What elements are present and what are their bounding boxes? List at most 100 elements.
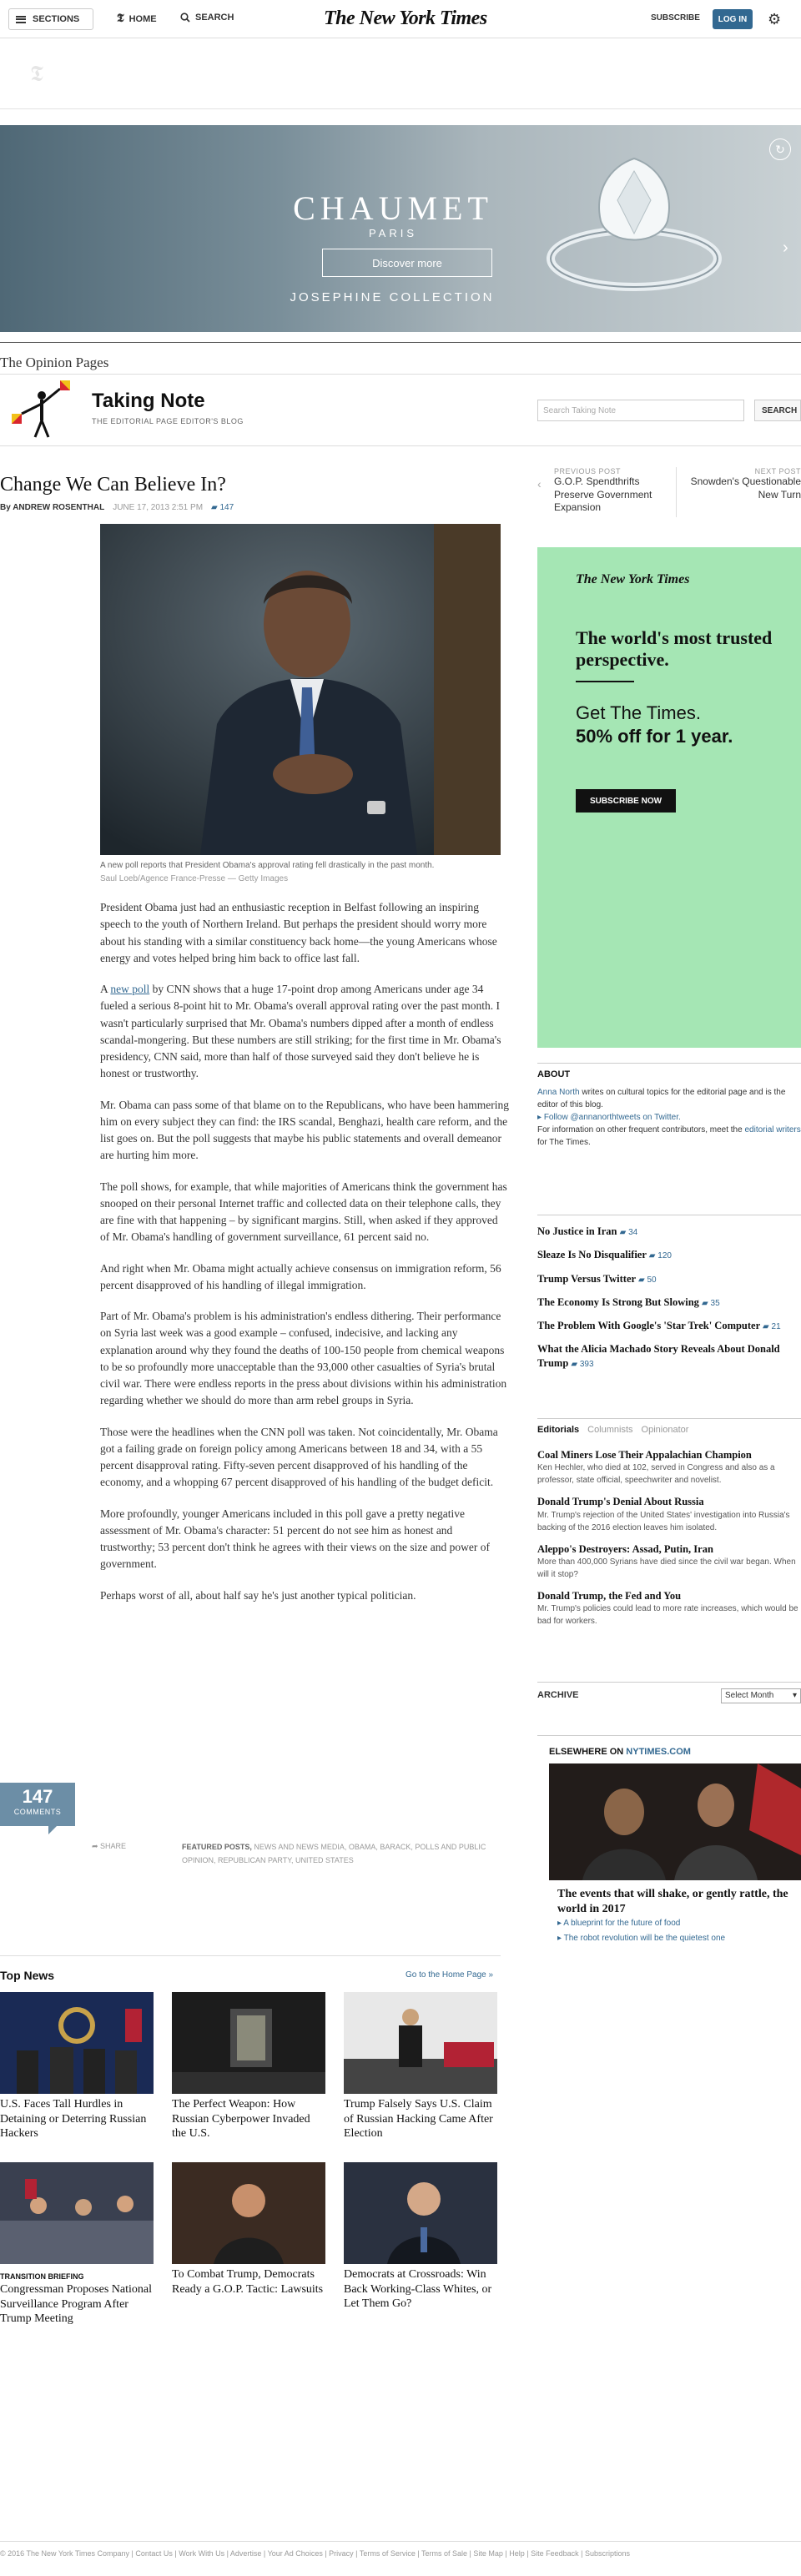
arrow-right-icon[interactable]: ›: [783, 239, 788, 258]
twitter-follow-link[interactable]: ▸ Follow @annanorthtweets on Twitter.: [537, 1111, 801, 1124]
list-item-title: Trump Versus Twitter: [537, 1272, 636, 1285]
editorial-title[interactable]: Donald Trump, the Fed and You: [537, 1589, 801, 1602]
new-poll-link[interactable]: new poll: [110, 983, 149, 995]
subscribe-link[interactable]: SUBSCRIBE: [651, 13, 700, 23]
discover-button[interactable]: Discover more: [322, 249, 492, 277]
elsewhere-site[interactable]: NYTIMES.COM: [626, 1747, 691, 1757]
next-label: NEXT POST: [754, 467, 801, 475]
editorial-title[interactable]: Aleppo's Destroyers: Assad, Putin, Iran: [537, 1542, 801, 1556]
count-value: 50: [647, 1275, 657, 1285]
nyt-logo[interactable]: The New York Times: [324, 8, 487, 30]
replay-icon[interactable]: ↻: [769, 138, 791, 160]
editorial-writers-link[interactable]: editorial writers: [744, 1125, 800, 1135]
biden-portrait-image: [344, 2162, 497, 2264]
next-title: Snowden's Questionable New Turn: [690, 475, 801, 501]
list-item[interactable]: The Economy Is Strong But Slowing ▰ 35: [537, 1296, 801, 1309]
author-name[interactable]: By ANDREW ROSENTHAL: [0, 503, 104, 512]
news-thumbnail: [0, 1992, 154, 2094]
comments-bubble-count: 147: [22, 1786, 53, 1807]
editorial-title[interactable]: Donald Trump's Denial About Russia: [537, 1495, 801, 1508]
blog-search-input[interactable]: Search Taking Note: [537, 400, 744, 421]
blog-title[interactable]: Taking Note: [92, 390, 205, 413]
elsewhere-link[interactable]: ▸ A blueprint for the future of food: [557, 1919, 680, 1928]
list-item-title: The Economy Is Strong But Slowing: [537, 1296, 699, 1308]
news-thumbnail: [0, 2162, 154, 2264]
search-link[interactable]: SEARCH: [180, 13, 234, 23]
ad-collection: JOSEPHINE COLLECTION: [290, 290, 495, 304]
top-news-item[interactable]: The Perfect Weapon: How Russian Cyberpow…: [172, 1992, 325, 2141]
caption-text: A new poll reports that President Obama'…: [100, 861, 435, 870]
count-value: 35: [710, 1298, 720, 1308]
sections-label: SECTIONS: [33, 14, 80, 24]
blog-search-button[interactable]: SEARCH: [754, 400, 801, 421]
elsewhere-image[interactable]: [549, 1763, 801, 1880]
top-news-item[interactable]: TRANSITION BRIEFING Congressman Proposes…: [0, 2162, 154, 2327]
sections-button[interactable]: SECTIONS: [8, 8, 93, 30]
list-item[interactable]: Trump Versus Twitter ▰ 50: [537, 1272, 801, 1285]
top-news-item[interactable]: Democrats at Crossroads: Win Back Workin…: [344, 2162, 497, 2312]
comments-bubble[interactable]: 147 COMMENTS: [0, 1783, 75, 1834]
elsewhere-link[interactable]: ▸ The robot revolution will be the quiet…: [557, 1934, 725, 1943]
editorial-desc: Mr. Trump's rejection of the United Stat…: [537, 1510, 790, 1532]
about-heading: ABOUT: [537, 1069, 571, 1079]
footer-links[interactable]: © 2016 The New York Times Company | Cont…: [0, 2549, 801, 2558]
comment-count-link[interactable]: ▰ 147: [211, 503, 234, 512]
list-item[interactable]: Sleaze Is No Disqualifier ▰ 120: [537, 1248, 801, 1261]
page: SECTIONS 𝕿 HOME SEARCH The New York Time…: [0, 0, 801, 2576]
people-photo-image: [549, 1763, 801, 1880]
tab-editorials[interactable]: Editorials: [537, 1425, 579, 1435]
subscribe-now-button[interactable]: SUBSCRIBE NOW: [576, 789, 676, 813]
chevron-left-icon: ‹: [537, 477, 542, 491]
comment-count: ▰ 35: [702, 1298, 720, 1308]
gear-icon[interactable]: ⚙: [768, 11, 781, 28]
paragraph-text: A: [100, 983, 111, 995]
paragraph: President Obama just had an enthusiastic…: [100, 901, 497, 964]
share-button[interactable]: ➦ SHARE: [92, 1842, 126, 1851]
list-item[interactable]: No Justice in Iran ▰ 34: [537, 1225, 801, 1238]
comment-count: ▰ 393: [571, 1359, 594, 1369]
top-news-item[interactable]: U.S. Faces Tall Hurdles in Detaining or …: [0, 1992, 154, 2141]
obama-photo-image: [100, 524, 501, 855]
list-item-title: No Justice in Iran: [537, 1225, 617, 1237]
top-bar: SECTIONS 𝕿 HOME SEARCH The New York Time…: [0, 0, 801, 38]
share-label: SHARE: [100, 1842, 127, 1850]
list-item[interactable]: What the Alicia Machado Story Reveals Ab…: [537, 1342, 801, 1370]
tab-columnists[interactable]: Columnists: [587, 1425, 632, 1435]
top-news-item[interactable]: Trump Falsely Says U.S. Claim of Russian…: [344, 1992, 497, 2141]
login-button[interactable]: LOG IN: [713, 9, 753, 29]
about-text-part: For information on other frequent contri…: [537, 1125, 745, 1135]
elsewhere-title[interactable]: The events that will shake, or gently ra…: [557, 1887, 799, 1917]
search-label: SEARCH: [195, 13, 234, 23]
next-post-link[interactable]: NEXT POST Snowden's Questionable New Tur…: [683, 467, 801, 501]
author-link[interactable]: Anna North: [537, 1088, 580, 1097]
home-page-link[interactable]: Go to the Home Page »: [406, 1970, 493, 1980]
elsewhere-label: ELSEWHERE ON: [549, 1747, 624, 1757]
divider: [0, 2541, 801, 2542]
article-tags: FEATURED POSTS, NEWS AND NEWS MEDIA, OBA…: [182, 1840, 509, 1867]
featured-label[interactable]: FEATURED POSTS,: [182, 1843, 252, 1851]
news-title: To Combat Trump, Democrats Ready a G.O.P…: [172, 2268, 324, 2296]
comment-count: ▰ 34: [619, 1228, 638, 1237]
list-item[interactable]: The Problem With Google's 'Star Trek' Co…: [537, 1319, 801, 1332]
archive-month-select[interactable]: Select Month ▾: [721, 1688, 801, 1703]
previous-post-link[interactable]: ‹ PREVIOUS POST G.O.P. Spendthrifts Pres…: [537, 467, 671, 515]
comment-icon: ▰: [211, 503, 220, 512]
comment-count: ▰ 50: [637, 1275, 657, 1285]
editorial-desc: Ken Hechler, who died at 102, served in …: [537, 1463, 775, 1486]
photo-caption: A new poll reports that President Obama'…: [100, 859, 509, 886]
about-text-part: for The Times.: [537, 1138, 591, 1147]
editorial-title[interactable]: Coal Miners Lose Their Appalachian Champ…: [537, 1448, 801, 1462]
top-news-item[interactable]: To Combat Trump, Democrats Ready a G.O.P…: [172, 2162, 325, 2297]
opinion-pages-label[interactable]: The Opinion Pages: [0, 355, 108, 371]
editorial-desc: Mr. Trump's policies could lead to more …: [537, 1604, 798, 1626]
news-title: Congressman Proposes National Surveillan…: [0, 2283, 152, 2325]
tab-opinionator[interactable]: Opinionator: [642, 1425, 689, 1435]
chaumet-ad[interactable]: CHAUMET PARIS Discover more JOSEPHINE CO…: [0, 125, 801, 332]
article-body: President Obama just had an enthusiastic…: [100, 899, 509, 1618]
subscription-ad[interactable]: The New York Times The world's most trus…: [537, 547, 801, 1048]
comment-count: ▰ 120: [648, 1251, 672, 1261]
list-item-title: The Problem With Google's 'Star Trek' Co…: [537, 1320, 760, 1331]
editorial-desc: More than 400,000 Syrians have died sinc…: [537, 1557, 796, 1579]
home-link[interactable]: 𝕿 HOME: [117, 13, 157, 26]
share-icon: ➦: [92, 1842, 101, 1850]
